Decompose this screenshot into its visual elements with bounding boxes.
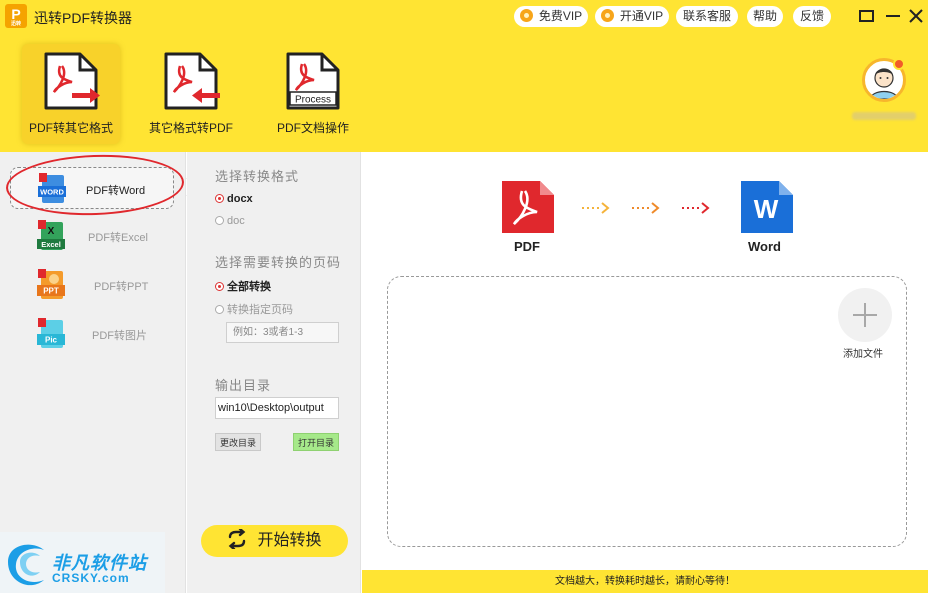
convert-arrows-icon xyxy=(229,527,246,551)
svg-text:Excel: Excel xyxy=(41,240,61,249)
radio-dot-icon xyxy=(215,216,224,225)
help-button[interactable]: 帮助 xyxy=(747,6,783,27)
format-section-title: 选择转换格式 xyxy=(215,169,300,184)
svg-text:WORD: WORD xyxy=(40,188,64,197)
start-convert-button[interactable]: 开始转换 xyxy=(201,525,348,557)
pdf-export-icon xyxy=(44,52,100,110)
output-dir-field[interactable]: win10\Desktop\output xyxy=(215,397,339,419)
radio-doc[interactable]: doc xyxy=(215,215,245,227)
change-dir-button[interactable]: 更改目录 xyxy=(215,433,261,451)
app-logo: P 迅转 xyxy=(5,4,27,28)
vip-badge-icon xyxy=(893,58,905,70)
pages-section-title: 选择需要转换的页码 xyxy=(215,255,342,270)
tool-pdf-to-other[interactable]: PDF转其它格式 xyxy=(22,44,120,144)
conversion-sidebar: WORD PDF转Word X Excel PDF转Excel PPT PDF转… xyxy=(0,152,186,593)
excel-file-icon: X Excel xyxy=(37,220,65,250)
app-title: 迅转PDF转换器 xyxy=(34,10,132,26)
radio-dot-icon xyxy=(215,282,224,291)
ppt-file-icon: PPT xyxy=(37,269,65,299)
svg-text:Pic: Pic xyxy=(45,336,58,345)
contact-service-button[interactable]: 联系客服 xyxy=(676,6,738,27)
sidebar-item-pdf-to-word[interactable]: WORD PDF转Word xyxy=(10,167,174,209)
word-file-icon: W xyxy=(741,181,793,233)
file-drop-zone[interactable] xyxy=(387,276,907,547)
tool-other-to-pdf[interactable]: 其它格式转PDF xyxy=(142,44,240,144)
coin-icon xyxy=(600,9,614,22)
coin-icon xyxy=(519,9,533,22)
sidebar-item-pdf-to-excel[interactable]: X Excel PDF转Excel xyxy=(10,215,174,257)
maximize-icon[interactable] xyxy=(857,6,877,26)
add-file-plus-icon[interactable] xyxy=(838,288,892,342)
radio-dot-icon xyxy=(215,305,224,314)
flow-to-label: Word xyxy=(748,239,781,254)
radio-dot-icon xyxy=(215,194,224,203)
image-file-icon: Pic xyxy=(37,318,65,348)
options-panel: 选择转换格式 docx doc 选择需要转换的页码 全部转换 转换指定页码 例如… xyxy=(187,152,361,593)
svg-text:PPT: PPT xyxy=(43,287,59,296)
close-icon[interactable] xyxy=(906,6,926,26)
radio-docx[interactable]: docx xyxy=(215,193,253,205)
radio-convert-all[interactable]: 全部转换 xyxy=(215,278,271,294)
pdf-process-icon: Process xyxy=(286,52,340,110)
free-vip-button[interactable]: 免费VIP xyxy=(514,6,588,27)
sidebar-item-pdf-to-image[interactable]: Pic PDF转图片 xyxy=(10,313,174,355)
page-range-input[interactable]: 例如：3或者1-3 xyxy=(226,322,339,343)
flow-arrows-icon xyxy=(582,202,710,214)
watermark-en-text: CRSKY.com xyxy=(52,571,130,585)
minimize-icon[interactable] xyxy=(883,6,903,26)
pdf-file-icon xyxy=(502,181,554,233)
flow-from-label: PDF xyxy=(514,239,540,254)
radio-convert-specific[interactable]: 转换指定页码 xyxy=(215,301,293,317)
word-file-icon: WORD xyxy=(38,173,66,203)
svg-text:W: W xyxy=(754,194,779,224)
title-bar: P 迅转 迅转PDF转换器 免费VIP 开通VIP 联系客服 帮助 反馈 xyxy=(0,0,928,34)
output-section-title: 输出目录 xyxy=(215,378,272,393)
add-file-label[interactable]: 添加文件 xyxy=(843,345,883,360)
feedback-button[interactable]: 反馈 xyxy=(793,6,831,27)
svg-text:X: X xyxy=(48,226,55,237)
svg-text:Process: Process xyxy=(295,95,331,106)
main-area: PDF W Word 添加文件 xyxy=(362,152,928,570)
status-footer: 文档越大，转换耗时越长，请耐心等待！ xyxy=(362,570,928,593)
open-dir-button[interactable]: 打开目录 xyxy=(293,433,339,451)
pdf-import-icon xyxy=(164,52,220,110)
main-toolbar: PDF转其它格式 其它格式转PDF Process PDF文档操作 xyxy=(0,34,928,152)
tool-pdf-operations[interactable]: Process PDF文档操作 xyxy=(264,44,362,144)
username-blurred xyxy=(852,112,916,120)
sidebar-item-pdf-to-ppt[interactable]: PPT PDF转PPT xyxy=(10,264,174,306)
open-vip-button[interactable]: 开通VIP xyxy=(595,6,669,27)
